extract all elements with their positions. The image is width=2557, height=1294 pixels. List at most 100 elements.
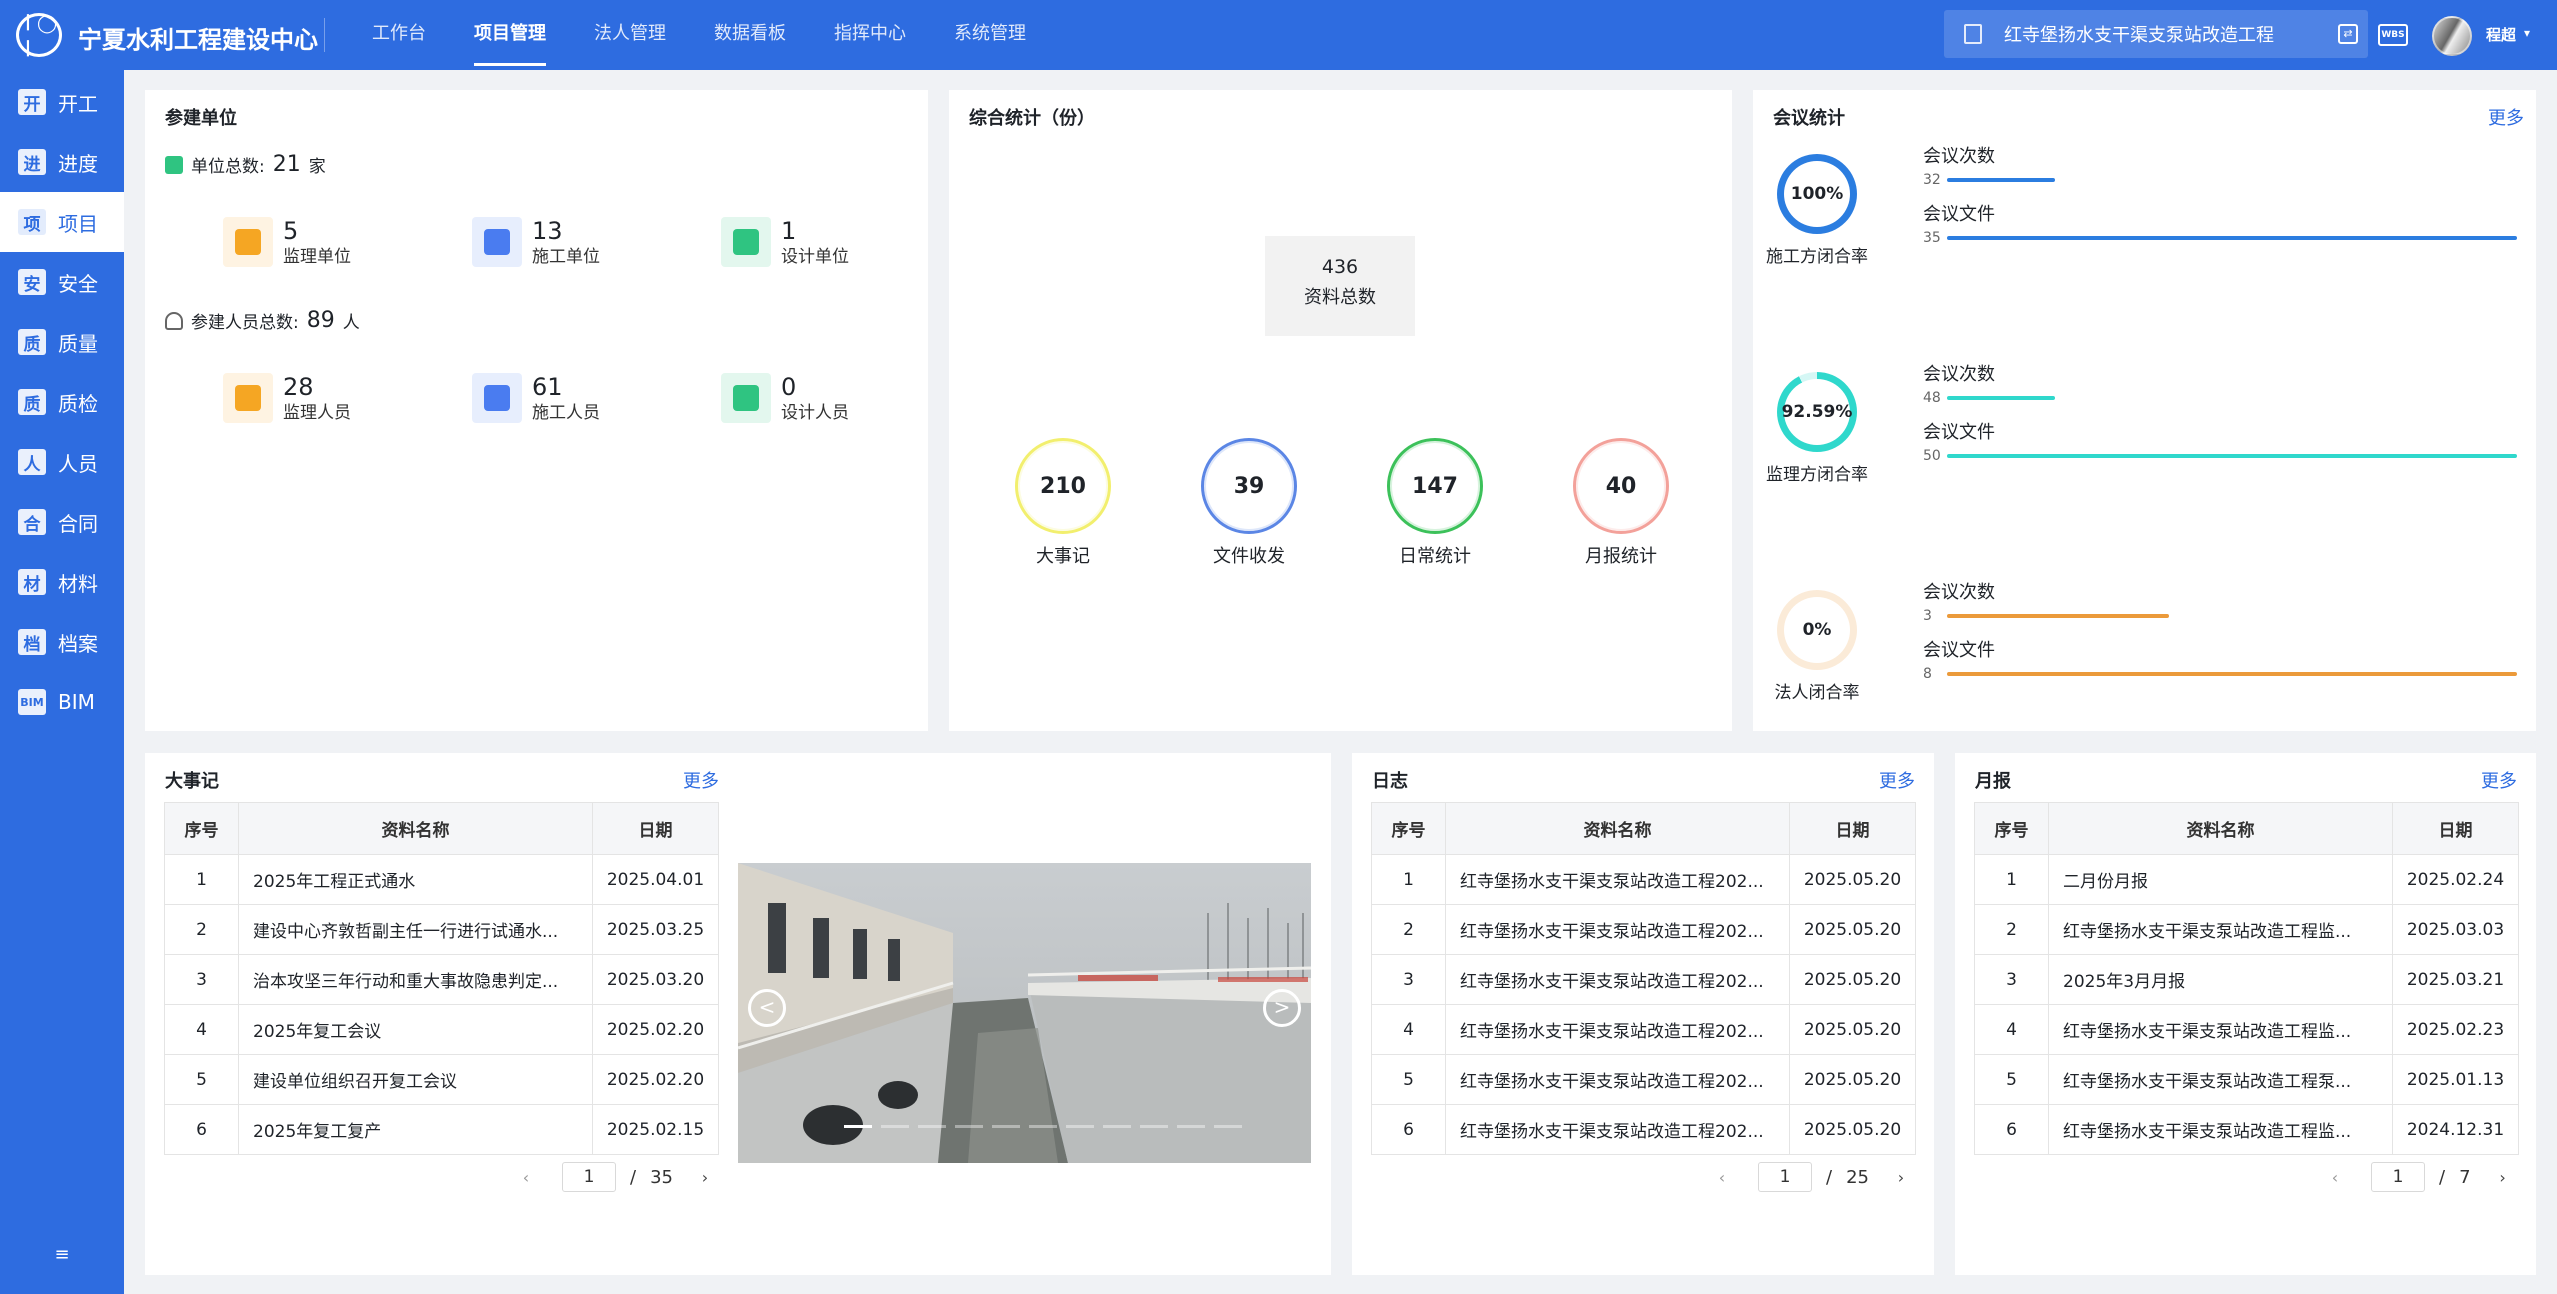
document-name[interactable]: 红寺堡扬水支干渠支泵站改造工程监... xyxy=(2048,1104,2393,1155)
carousel-prev-button[interactable]: < xyxy=(748,989,786,1027)
carousel-dot[interactable] xyxy=(1214,1125,1242,1128)
table-row[interactable]: 2 红寺堡扬水支干渠支泵站改造工程监... 2025.03.03 xyxy=(1974,904,2519,955)
switch-project-icon[interactable]: ⇄ xyxy=(2338,24,2358,44)
carousel-dot[interactable] xyxy=(955,1125,983,1128)
table-row[interactable]: 5 建设单位组织召开复工会议 2025.02.20 xyxy=(164,1054,719,1105)
document-name[interactable]: 红寺堡扬水支干渠支泵站改造工程202... xyxy=(1445,954,1790,1005)
prev-page-icon[interactable]: ‹ xyxy=(516,1168,536,1187)
table-row[interactable]: 6 红寺堡扬水支干渠支泵站改造工程监... 2024.12.31 xyxy=(1974,1104,2519,1155)
nav-item[interactable]: 工作台 xyxy=(372,0,426,70)
sidebar-item[interactable]: 质质量 xyxy=(0,312,124,372)
nav-item[interactable]: 项目管理 xyxy=(474,0,546,70)
nav-item[interactable]: 法人管理 xyxy=(594,0,666,70)
sidebar-item[interactable]: 安安全 xyxy=(0,252,124,312)
sidebar-item[interactable]: 开开工 xyxy=(0,72,124,132)
document-name[interactable]: 2025年工程正式通水 xyxy=(238,854,593,905)
avatar[interactable] xyxy=(2432,16,2472,56)
document-name[interactable]: 2025年3月月报 xyxy=(2048,954,2393,1005)
next-page-icon[interactable]: › xyxy=(695,1168,715,1187)
document-name[interactable]: 2025年复工会议 xyxy=(238,1004,593,1055)
sidebar-item[interactable]: 合合同 xyxy=(0,492,124,552)
document-name[interactable]: 红寺堡扬水支干渠支泵站改造工程202... xyxy=(1445,904,1790,955)
more-link[interactable]: 更多 xyxy=(1879,767,1915,793)
document-name[interactable]: 红寺堡扬水支干渠支泵站改造工程监... xyxy=(2048,1004,2393,1055)
stat-label: 月报统计 xyxy=(1585,546,1657,567)
people-label: 施工人员 xyxy=(532,403,600,423)
carousel-dot[interactable] xyxy=(1103,1125,1131,1128)
document-name[interactable]: 建设单位组织召开复工会议 xyxy=(238,1054,593,1105)
sidebar-item[interactable]: 档档案 xyxy=(0,612,124,672)
document-name[interactable]: 治本攻坚三年行动和重大事故隐患判定... xyxy=(238,954,593,1005)
table-row[interactable]: 1 2025年工程正式通水 2025.04.01 xyxy=(164,854,719,905)
page-number-input[interactable] xyxy=(1758,1162,1812,1192)
document-name[interactable]: 二月份月报 xyxy=(2048,854,2393,905)
nav-item[interactable]: 数据看板 xyxy=(714,0,786,70)
document-name[interactable]: 建设中心齐敦哲副主任一行进行试通水... xyxy=(238,904,593,955)
more-link[interactable]: 更多 xyxy=(2488,104,2524,130)
more-link[interactable]: 更多 xyxy=(2481,767,2517,793)
log-table: 序号 资料名称 日期 1 红寺堡扬水支干渠支泵站改造工程202... 2025.05.20… xyxy=(1371,802,1916,1155)
table-row[interactable]: 4 2025年复工会议 2025.02.20 xyxy=(164,1004,719,1055)
prev-page-icon[interactable]: ‹ xyxy=(1712,1168,1732,1187)
collapse-menu-icon[interactable]: ≡ xyxy=(54,1246,70,1264)
document-name[interactable]: 红寺堡扬水支干渠支泵站改造工程泵... xyxy=(2048,1054,2393,1105)
unit-icon xyxy=(223,217,273,267)
document-name[interactable]: 红寺堡扬水支干渠支泵站改造工程202... xyxy=(1445,854,1790,905)
next-page-icon[interactable]: › xyxy=(2493,1168,2513,1187)
people-icon xyxy=(472,373,522,423)
table-row[interactable]: 1 二月份月报 2025.02.24 xyxy=(1974,854,2519,905)
username[interactable]: 程超 xyxy=(2486,24,2516,45)
image-carousel[interactable]: < > xyxy=(738,863,1311,1163)
carousel-dot[interactable] xyxy=(881,1125,909,1128)
table-row[interactable]: 5 红寺堡扬水支干渠支泵站改造工程泵... 2025.01.13 xyxy=(1974,1054,2519,1105)
table-row[interactable]: 4 红寺堡扬水支干渠支泵站改造工程202... 2025.05.20 xyxy=(1371,1004,1916,1055)
carousel-dot[interactable] xyxy=(992,1125,1020,1128)
table-row[interactable]: 6 红寺堡扬水支干渠支泵站改造工程202... 2025.05.20 xyxy=(1371,1104,1916,1155)
meeting-count-value: 3 xyxy=(1923,608,1932,624)
table-row[interactable]: 3 2025年3月月报 2025.03.21 xyxy=(1974,954,2519,1005)
people-label: 监理人员 xyxy=(283,403,351,423)
prev-page-icon[interactable]: ‹ xyxy=(2325,1168,2345,1187)
table-row[interactable]: 3 治本攻坚三年行动和重大事故隐患判定... 2025.03.20 xyxy=(164,954,719,1005)
carousel-dot[interactable] xyxy=(1029,1125,1057,1128)
sidebar-item[interactable]: 人人员 xyxy=(0,432,124,492)
table-row[interactable]: 6 2025年复工复产 2025.02.15 xyxy=(164,1104,719,1155)
project-selector[interactable]: 红寺堡扬水支干渠支泵站改造工程 ⇄ xyxy=(1944,10,2368,58)
document-name[interactable]: 红寺堡扬水支干渠支泵站改造工程202... xyxy=(1445,1004,1790,1055)
nav-item[interactable]: 指挥中心 xyxy=(834,0,906,70)
page-number-input[interactable] xyxy=(2371,1162,2425,1192)
carousel-dot[interactable] xyxy=(1066,1125,1094,1128)
sidebar-item[interactable]: 材材料 xyxy=(0,552,124,612)
carousel-dot[interactable] xyxy=(1140,1125,1168,1128)
table-row[interactable]: 2 建设中心齐敦哲副主任一行进行试通水... 2025.03.25 xyxy=(164,904,719,955)
carousel-dot[interactable] xyxy=(844,1125,872,1128)
next-page-icon[interactable]: › xyxy=(1891,1168,1911,1187)
sidebar-item[interactable]: BIM BIM xyxy=(0,672,124,732)
document-name[interactable]: 红寺堡扬水支干渠支泵站改造工程202... xyxy=(1445,1054,1790,1105)
caret-down-icon[interactable]: ▾ xyxy=(2524,26,2530,40)
meeting-file-label: 会议文件 xyxy=(1923,204,1995,225)
sidebar: ≡ 开开工进进度项项目安安全质质量质质检人人员合合同材材料档档案 BIM BIM xyxy=(0,70,124,1294)
nav-item[interactable]: 系统管理 xyxy=(954,0,1026,70)
wbs-icon[interactable]: WBS xyxy=(2378,24,2408,46)
sidebar-item[interactable]: 进进度 xyxy=(0,132,124,192)
page-number-input[interactable] xyxy=(562,1162,616,1192)
table-row[interactable]: 2 红寺堡扬水支干渠支泵站改造工程202... 2025.05.20 xyxy=(1371,904,1916,955)
carousel-dot[interactable] xyxy=(1177,1125,1205,1128)
table-row[interactable]: 1 红寺堡扬水支干渠支泵站改造工程202... 2025.05.20 xyxy=(1371,854,1916,905)
document-name[interactable]: 红寺堡扬水支干渠支泵站改造工程监... xyxy=(2048,904,2393,955)
page-separator: / xyxy=(630,1166,637,1188)
table-row[interactable]: 3 红寺堡扬水支干渠支泵站改造工程202... 2025.05.20 xyxy=(1371,954,1916,1005)
page-separator: / xyxy=(2439,1166,2446,1188)
table-row[interactable]: 5 红寺堡扬水支干渠支泵站改造工程202... 2025.05.20 xyxy=(1371,1054,1916,1105)
more-link[interactable]: 更多 xyxy=(683,767,719,793)
carousel-dot[interactable] xyxy=(918,1125,946,1128)
sidebar-item[interactable]: 项项目 xyxy=(0,192,124,252)
sidebar-item[interactable]: 质质检 xyxy=(0,372,124,432)
sidebar-item-label: 质量 xyxy=(58,331,98,356)
document-name[interactable]: 2025年复工复产 xyxy=(238,1104,593,1155)
carousel-next-button[interactable]: > xyxy=(1263,989,1301,1027)
meeting-file-bar xyxy=(1947,236,2517,240)
document-name[interactable]: 红寺堡扬水支干渠支泵站改造工程202... xyxy=(1445,1104,1790,1155)
table-row[interactable]: 4 红寺堡扬水支干渠支泵站改造工程监... 2025.02.23 xyxy=(1974,1004,2519,1055)
